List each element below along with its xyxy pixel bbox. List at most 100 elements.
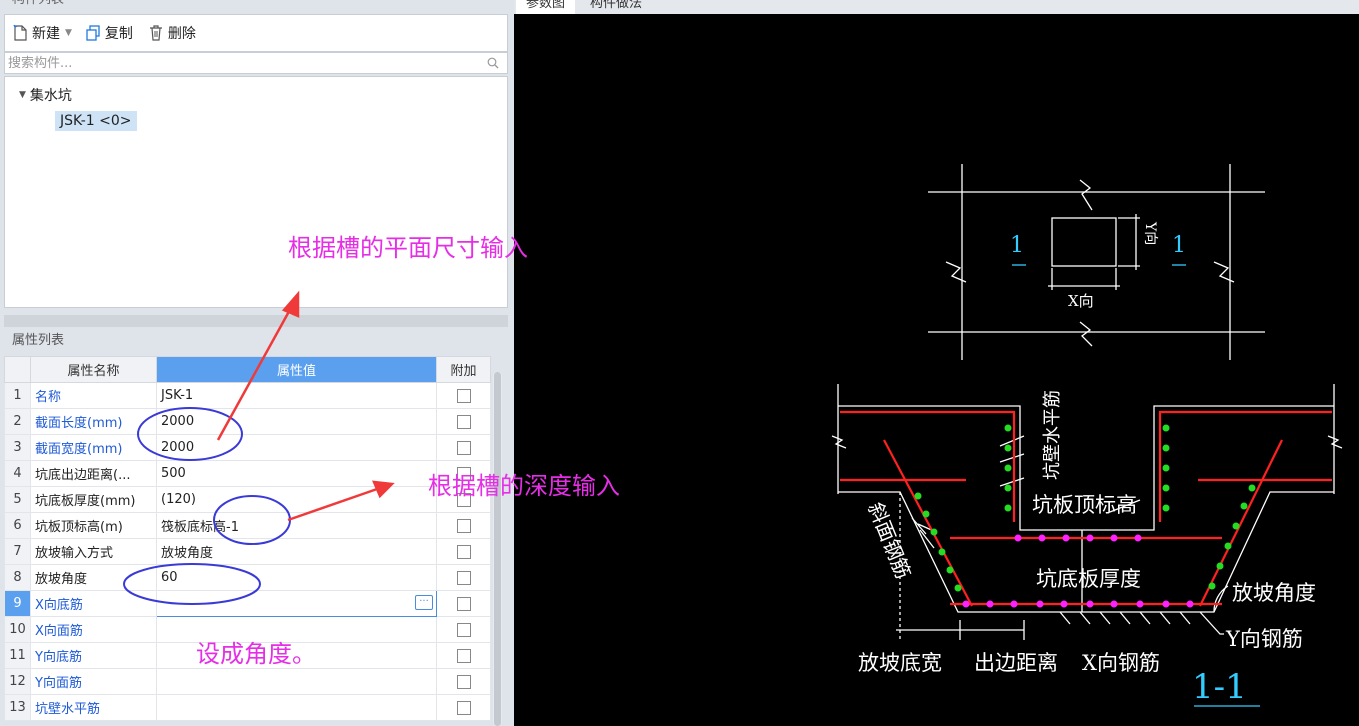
table-row[interactable]: 9 X向底筋 ··· [4,590,491,617]
new-button-label: 新建 [32,26,60,42]
table-row[interactable]: 3 截面宽度(mm) 2000 [4,434,491,461]
row-number: 13 [4,694,31,721]
table-row[interactable]: 4 坑底出边距离(... 500 [4,460,491,487]
search-input[interactable] [5,53,475,73]
extra-checkbox[interactable] [456,648,471,663]
extra-cell [436,694,491,721]
property-value-cell[interactable]: (120) [156,486,437,513]
component-toolbar: 新建 ▼ 复制 删除 [4,14,508,52]
extra-cell [436,408,491,435]
property-value-cell[interactable] [156,694,437,721]
extra-cell [436,642,491,669]
extra-cell [436,564,491,591]
copy-icon [86,25,100,41]
extra-checkbox[interactable] [456,622,471,637]
row-number: 6 [4,512,31,539]
property-list-title: 属性列表 [4,328,508,354]
property-name-cell: 坑底板厚度(mm) [30,486,157,513]
table-row[interactable]: 5 坑底板厚度(mm) (120) [4,486,491,513]
property-name-cell: Y向面筋 [30,668,157,695]
row-number: 4 [4,460,31,487]
search-box [4,52,508,74]
chevron-down-icon[interactable]: ▼ [65,28,72,38]
tree-node-sump-pit[interactable]: ▼ 集水坑 [19,85,72,105]
extra-cell [436,382,491,409]
parameter-diagram-canvas [514,14,1359,726]
table-row[interactable]: 8 放坡角度 60 [4,564,491,591]
property-scrollbar[interactable] [493,372,502,726]
extra-checkbox[interactable] [456,596,471,611]
delete-button[interactable]: 删除 [147,23,196,43]
left-panel: 构件列表 新建 ▼ 复制 删除 ▼ 集水坑 [0,0,512,726]
extra-checkbox[interactable] [456,388,471,403]
property-value-cell[interactable]: 2000 [156,408,437,435]
property-name-cell: 坑底出边距离(... [30,460,157,487]
table-header-row: 属性名称 属性值 附加 [4,356,491,383]
component-list-title: 构件列表 [4,0,508,12]
row-number: 12 [4,668,31,695]
property-value-cell[interactable]: 500 [156,460,437,487]
right-tabs: 参数图 构件做法 [514,0,1359,14]
extra-header[interactable]: 附加 [436,356,491,383]
property-name-cell: Y向底筋 [30,642,157,669]
extra-checkbox[interactable] [456,700,471,715]
extra-checkbox[interactable] [456,674,471,689]
delete-button-label: 删除 [167,26,196,42]
property-value-cell[interactable]: 60 [156,564,437,591]
row-number: 2 [4,408,31,435]
property-name-cell: 截面宽度(mm) [30,434,157,461]
tab-component-method[interactable]: 构件做法 [580,0,652,14]
extra-cell [436,616,491,643]
property-name-cell: 放坡输入方式 [30,538,157,565]
tab-parameter-diagram[interactable]: 参数图 [516,0,576,14]
row-number: 11 [4,642,31,669]
extra-checkbox[interactable] [456,570,471,585]
property-value-cell[interactable] [156,668,437,695]
property-name-cell: 坑板顶标高(m) [30,512,157,539]
row-number: 7 [4,538,31,565]
property-name-header[interactable]: 属性名称 [30,356,157,383]
copy-button[interactable]: 复制 [84,23,133,43]
copy-button-label: 复制 [104,26,133,42]
table-row[interactable]: 1 名称 JSK-1 [4,382,491,409]
row-number: 10 [4,616,31,643]
extra-checkbox[interactable] [456,414,471,429]
extra-checkbox[interactable] [456,440,471,455]
new-button[interactable]: 新建 ▼ [11,23,78,43]
extra-cell [436,512,491,539]
row-number: 3 [4,434,31,461]
property-name-cell: 截面长度(mm) [30,408,157,435]
property-value-header[interactable]: 属性值 [156,356,437,383]
extra-cell [436,434,491,461]
table-row[interactable]: 2 截面长度(mm) 2000 [4,408,491,435]
extra-checkbox[interactable] [456,518,471,533]
chevron-down-icon[interactable]: ▼ [19,90,26,100]
property-value-cell[interactable]: 放坡角度 [156,538,437,565]
row-number: 9 [4,590,31,617]
tree-node-jsk-1[interactable]: JSK-1 <0> [55,111,137,131]
panel-splitter[interactable] [4,315,508,327]
property-name-cell: 名称 [30,382,157,409]
table-row[interactable]: 7 放坡输入方式 放坡角度 [4,538,491,565]
more-options-button[interactable]: ··· [415,595,433,610]
extra-cell [436,538,491,565]
table-row[interactable]: 6 坑板顶标高(m) 筏板底标高-1 [4,512,491,539]
table-row[interactable]: 12 Y向面筋 [4,668,491,695]
row-number: 1 [4,382,31,409]
trash-icon [149,25,162,41]
table-row[interactable]: 13 坑壁水平筋 [4,694,491,721]
extra-checkbox[interactable] [456,544,471,559]
property-name-cell: X向底筋 [30,590,157,617]
property-value-cell[interactable]: JSK-1 [156,382,437,409]
property-value-cell[interactable]: 2000 [156,434,437,461]
property-name-cell: 坑壁水平筋 [30,694,157,721]
property-value-cell[interactable]: 筏板底标高-1 [156,512,437,539]
row-number: 8 [4,564,31,591]
row-number: 5 [4,486,31,513]
property-value-cell[interactable]: ··· [156,590,437,617]
search-icon[interactable] [487,57,499,69]
property-name-cell: 放坡角度 [30,564,157,591]
extra-cell [436,668,491,695]
scrollbar-thumb[interactable] [494,372,501,726]
property-name-cell: X向面筋 [30,616,157,643]
